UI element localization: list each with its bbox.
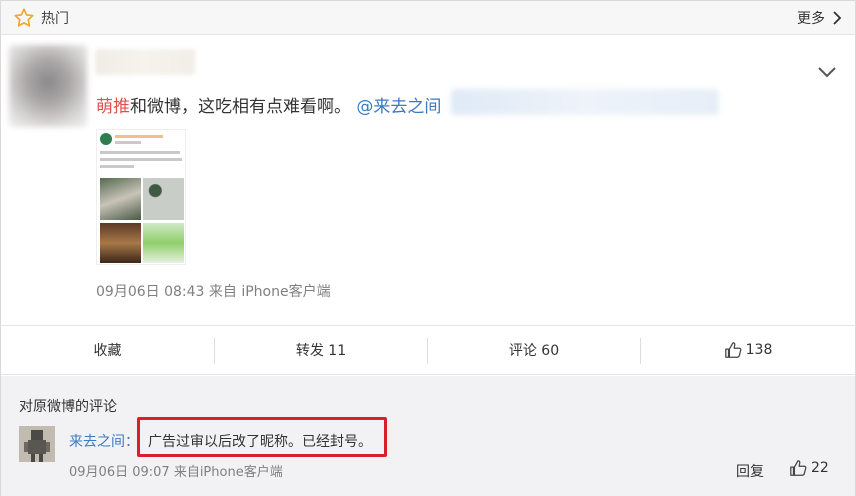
top-bar: 热门 更多	[1, 1, 855, 35]
commenter-avatar[interactable]	[19, 426, 55, 462]
thumbnail-photo	[143, 223, 184, 263]
username[interactable]	[95, 49, 195, 75]
more-link[interactable]: 更多	[797, 8, 825, 28]
weibo-post-card: 热门 更多 萌推和微博，这吃相有点难看啊。 @来去之间 09月06日 08:43…	[0, 0, 856, 496]
repost-button[interactable]: 转发 11	[215, 326, 427, 374]
brand-highlight: 萌推	[96, 97, 130, 117]
thumbnail-text-line	[115, 141, 141, 144]
comment-label: 评论 60	[508, 343, 560, 359]
comment-section-title: 对原微博的评论	[19, 399, 117, 415]
thumbnail-avatar	[100, 133, 112, 145]
post-text: 萌推和微博，这吃相有点难看啊。 @来去之间	[96, 92, 441, 117]
thumbnail-text-line	[100, 165, 134, 168]
thumbnail-text-line	[100, 158, 182, 161]
mention-link[interactable]: @来去之间	[356, 97, 441, 117]
thumb-up-icon	[724, 342, 742, 358]
like-count: 138	[745, 342, 773, 358]
favorite-label: 收藏	[93, 343, 122, 359]
favorite-button[interactable]: 收藏	[1, 326, 214, 374]
like-button[interactable]: 138	[641, 326, 855, 374]
thumbnail-name-line	[115, 135, 163, 138]
robot-avatar-icon	[19, 426, 55, 462]
blurred-text	[451, 89, 719, 115]
comment-like-count: 22	[811, 460, 829, 476]
comment-button[interactable]: 评论 60	[428, 326, 640, 374]
post-timestamp: 09月06日 08:43 来自 iPhone客户端	[96, 284, 331, 300]
chevron-down-icon[interactable]	[817, 65, 837, 79]
highlight-annotation	[137, 417, 387, 457]
avatar[interactable]	[9, 45, 87, 127]
post-body: 和微博，这吃相有点难看啊。	[130, 97, 351, 117]
action-bar: 收藏 转发 11 评论 60 138	[1, 325, 855, 375]
reply-button[interactable]: 回复	[736, 461, 764, 481]
post-image-thumbnail[interactable]	[96, 129, 186, 265]
section-title: 热门	[41, 11, 69, 27]
commenter-name-text: 来去之间	[69, 434, 125, 450]
thumb-up-icon	[790, 460, 807, 476]
thumbnail-photo	[143, 178, 184, 220]
repost-label: 转发 11	[295, 343, 347, 359]
comment-section: 对原微博的评论 来去之间： 广告过审以后改了昵称。已经封号。 09月06日 09…	[1, 376, 855, 496]
comment-like-button[interactable]: 22	[789, 459, 829, 477]
thumbnail-photo	[100, 178, 141, 220]
thumbnail-text-line	[100, 151, 180, 154]
comment-timestamp: 09月06日 09:07 来自iPhone客户端	[69, 465, 283, 480]
chevron-right-icon[interactable]	[831, 10, 843, 26]
commenter-name[interactable]: 来去之间：	[69, 431, 139, 451]
thumbnail-photo	[100, 223, 141, 263]
star-icon[interactable]	[13, 7, 35, 29]
